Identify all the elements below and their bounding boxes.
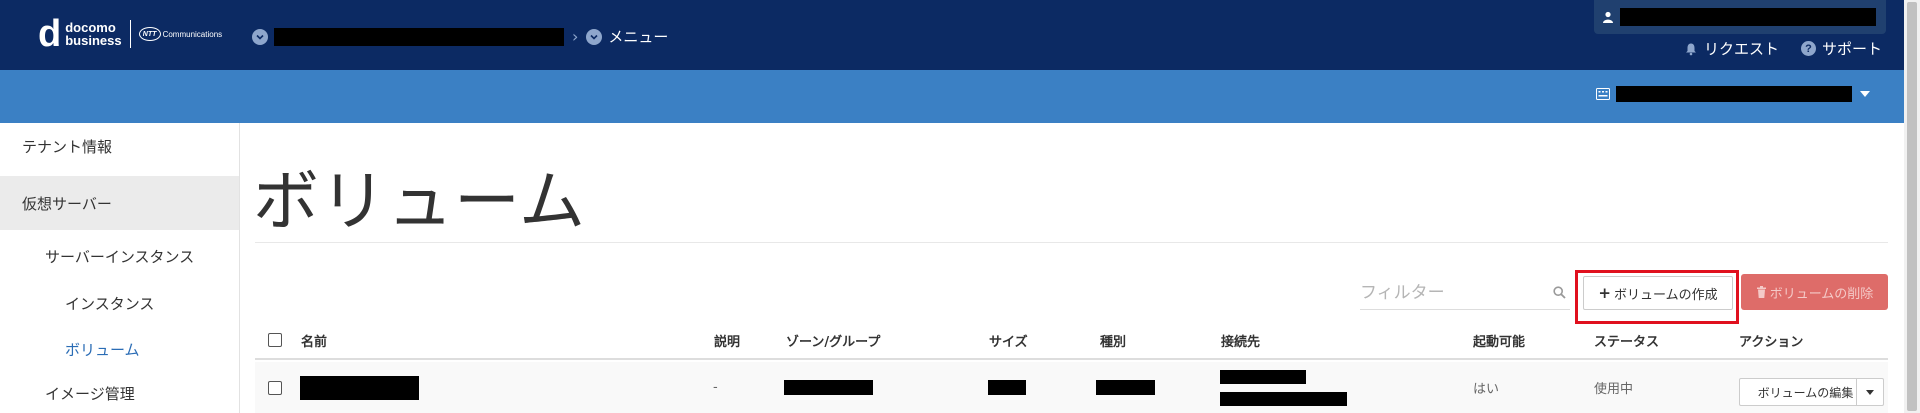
volume-name-redacted[interactable] [300, 375, 419, 400]
question-icon: ? [1801, 41, 1816, 56]
delete-volume-button[interactable]: ボリュームの削除 [1741, 274, 1888, 310]
sidebar-item-label: ボリューム [65, 340, 140, 359]
column-header-description[interactable]: 説明 [714, 322, 740, 358]
sidebar-item-tenant-info[interactable]: テナント情報 [0, 123, 239, 169]
filter-field [1360, 276, 1570, 310]
search-icon [1553, 286, 1566, 299]
header-links: リクエスト ? サポート [1684, 38, 1904, 59]
ntt-communications-logo: NTT Communications [138, 27, 223, 41]
column-header-zone-group[interactable]: ゾーン/グループ [786, 322, 880, 358]
size-redacted [988, 380, 1026, 395]
user-menu[interactable] [1594, 0, 1886, 34]
trash-icon [1756, 286, 1766, 298]
breadcrumb-separator: › [572, 27, 579, 46]
cell-size [988, 362, 1026, 413]
cell-description: - [713, 380, 718, 395]
chevron-down-icon [1866, 389, 1874, 395]
row-checkbox[interactable] [268, 380, 282, 395]
sidebar-item-label: イメージ管理 [45, 384, 135, 403]
column-header-action: アクション [1739, 334, 1804, 350]
username-redacted [1620, 8, 1876, 26]
column-header-attached-to[interactable]: 接続先 [1221, 322, 1260, 358]
zone-redacted [784, 380, 873, 395]
create-volume-label: ボリュームの作成 [1613, 287, 1718, 303]
breadcrumb-project-redacted[interactable] [274, 27, 564, 46]
chevron-down-icon[interactable] [252, 28, 268, 45]
chevron-down-icon [1860, 91, 1870, 97]
request-label: リクエスト [1704, 40, 1780, 58]
request-link[interactable]: リクエスト [1684, 38, 1779, 59]
ntt-text: Communications [162, 29, 223, 39]
create-volume-button[interactable]: + ボリュームの作成 [1583, 276, 1733, 310]
sidebar-item-volume[interactable]: ボリューム [0, 332, 239, 366]
select-all-checkbox-cell [268, 322, 282, 358]
tenant-selector[interactable] [1596, 86, 1870, 102]
sidebar-item-label: テナント情報 [22, 137, 113, 156]
bell-icon [1686, 43, 1696, 55]
support-label: サポート [1822, 40, 1883, 58]
delete-volume-label: ボリュームの削除 [1769, 286, 1874, 302]
column-header-size[interactable]: サイズ [989, 322, 1028, 358]
support-link[interactable]: ? サポート [1801, 38, 1882, 59]
column-header-status[interactable]: ステータス [1594, 322, 1659, 358]
sidebar-item-virtual-server[interactable]: 仮想サーバー [0, 176, 239, 230]
chevron-down-icon[interactable] [586, 28, 603, 45]
cell-name [300, 362, 419, 413]
menu-link[interactable]: メニュー [608, 26, 668, 47]
sub-header [0, 70, 1904, 123]
logo-wordmark: docomo business [65, 21, 121, 47]
top-header: d docomo business NTT Communications › メ… [0, 0, 1904, 70]
breadcrumb: › メニュー [252, 26, 668, 47]
ntt-oval: NTT [138, 27, 161, 41]
scrollbar-thumb[interactable] [1907, 2, 1917, 411]
keyboard-icon [1596, 88, 1610, 100]
row-checkbox-cell [268, 362, 282, 413]
cell-zone-group [784, 362, 873, 413]
tenant-name-redacted [1616, 86, 1852, 102]
attached-to-redacted-2 [1220, 391, 1347, 406]
sidebar-item-instance[interactable]: インスタンス [0, 286, 239, 320]
action-dropdown-toggle[interactable] [1856, 378, 1884, 406]
column-header-type[interactable]: 種別 [1100, 322, 1126, 358]
logo-divider [129, 20, 131, 48]
title-divider [255, 242, 1888, 243]
table-row: - はい 使用中 [255, 362, 1888, 413]
column-header-bootable[interactable]: 起動可能 [1473, 322, 1525, 358]
logo-mark: d [38, 13, 62, 55]
type-redacted [1096, 380, 1155, 395]
cell-status: 使用中 [1594, 382, 1634, 397]
edit-volume-button[interactable]: ボリュームの編集 [1739, 378, 1872, 406]
logo-line2: business [65, 33, 122, 48]
select-all-checkbox[interactable] [268, 333, 282, 347]
plus-icon: + [1598, 284, 1611, 302]
cell-type [1096, 362, 1155, 413]
filter-input[interactable] [1360, 282, 1540, 303]
sidebar-item-image-management[interactable]: イメージ管理 [0, 376, 239, 410]
table-header: 名前 説明 ゾーン/グループ サイズ 種別 接続先 起動可能 ステータス アクシ… [255, 322, 1888, 360]
sidebar-item-label: サーバーインスタンス [45, 247, 195, 266]
sidebar-item-server-instance[interactable]: サーバーインスタンス [0, 238, 239, 274]
sidebar-item-label: インスタンス [65, 294, 155, 313]
docomo-business-logo[interactable]: d docomo business NTT Communications [38, 14, 222, 54]
cell-bootable: はい [1473, 382, 1500, 397]
user-icon [1603, 11, 1613, 23]
column-header-name[interactable]: 名前 [301, 322, 327, 358]
attached-to-redacted-1[interactable] [1220, 369, 1306, 384]
cell-attached-to [1220, 362, 1347, 413]
sidebar-item-label: 仮想サーバー [22, 194, 112, 213]
page-title: ボリューム [253, 163, 587, 240]
